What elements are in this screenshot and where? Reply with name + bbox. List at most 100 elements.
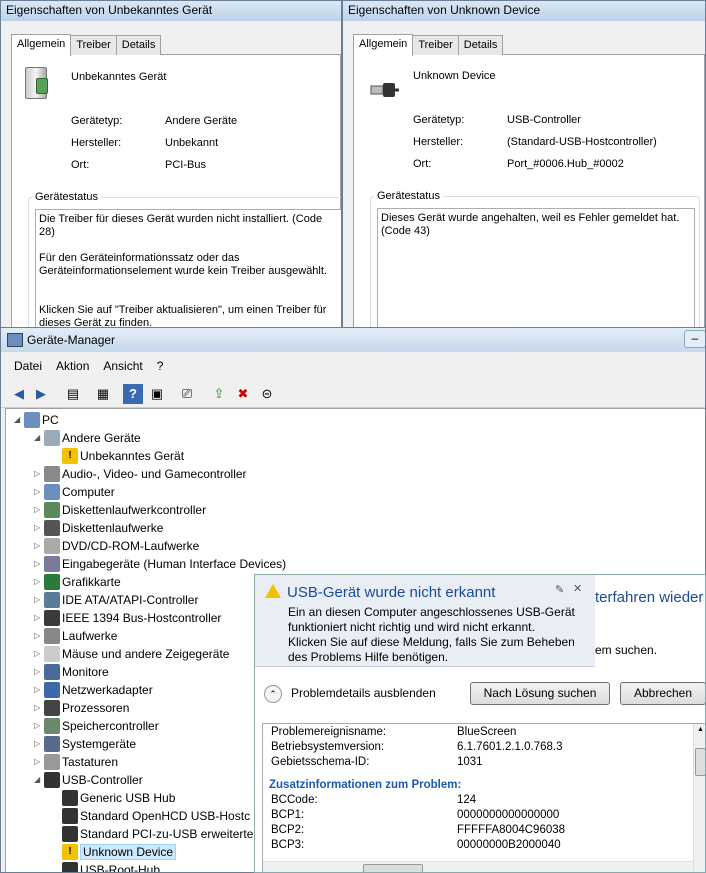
expand-arrow-icon[interactable]: ▷ bbox=[34, 465, 44, 483]
minimize-button[interactable]: – bbox=[684, 330, 705, 348]
tab-allgemein[interactable]: Allgemein bbox=[353, 34, 414, 56]
field-value-type: USB-Controller bbox=[507, 114, 581, 126]
expand-arrow-icon[interactable]: ▷ bbox=[34, 483, 44, 501]
expand-arrow-icon[interactable]: ▷ bbox=[34, 537, 44, 555]
field-value-type: Andere Geräte bbox=[165, 115, 238, 127]
tree-node[interactable]: ▷ Diskettenlaufwerke bbox=[34, 519, 163, 537]
expand-arrow-icon[interactable]: ▷ bbox=[34, 645, 44, 663]
tree-node[interactable]: Standard OpenHCD USB-Hostc bbox=[52, 807, 250, 825]
update-driver-icon[interactable]: ⇪ bbox=[209, 384, 229, 404]
unknown-device-icon bbox=[44, 430, 60, 446]
expand-arrow-icon[interactable]: ▷ bbox=[34, 735, 44, 753]
tree-node[interactable]: ▷ Netzwerkadapter bbox=[34, 681, 153, 699]
forward-arrow-icon[interactable]: ▶ bbox=[31, 384, 51, 404]
tree-node[interactable]: ▷ Grafikkarte bbox=[34, 573, 121, 591]
status-textbox[interactable]: Die Treiber für dieses Gerät wurden nich… bbox=[35, 209, 341, 327]
collapse-arrow-icon[interactable]: ◢ bbox=[14, 411, 24, 429]
tab-treiber[interactable]: Treiber bbox=[412, 35, 459, 55]
tree-node[interactable]: ▷ Tastaturen bbox=[34, 753, 118, 771]
tree-node[interactable]: ◢ USB-Controller bbox=[34, 771, 143, 789]
tree-node[interactable]: ▷ IEEE 1394 Bus-Hostcontroller bbox=[34, 609, 221, 627]
horizontal-scrollbar[interactable] bbox=[263, 861, 693, 872]
tree-node[interactable]: ◢ Andere Geräte bbox=[34, 429, 141, 447]
tree-node[interactable]: ▷ Audio-, Video- und Gamecontroller bbox=[34, 465, 247, 483]
expand-arrow-icon[interactable]: ▷ bbox=[34, 699, 44, 717]
usb-plug-icon bbox=[62, 808, 78, 824]
tree-node[interactable]: Standard PCI-zu-USB erweiterte bbox=[52, 825, 253, 843]
mouse-icon bbox=[44, 646, 60, 662]
tab-strip: Allgemein Treiber Details bbox=[353, 33, 504, 56]
tree-node-label: Unknown Device bbox=[80, 844, 177, 860]
devmgr-app-icon bbox=[7, 333, 23, 347]
detail-value: BlueScreen bbox=[457, 726, 517, 738]
expand-arrow-icon[interactable]: ▷ bbox=[34, 663, 44, 681]
field-label-location: Ort: bbox=[413, 158, 432, 170]
tree-node[interactable]: ▷ Systemgeräte bbox=[34, 735, 136, 753]
expand-arrow-icon[interactable]: ▷ bbox=[34, 555, 44, 573]
collapse-icon[interactable]: ⌃ bbox=[264, 685, 282, 703]
tab-treiber[interactable]: Treiber bbox=[70, 35, 117, 55]
properties-icon[interactable]: ▦ bbox=[93, 384, 113, 404]
tab-allgemein[interactable]: Allgemein bbox=[11, 34, 72, 56]
tree-node[interactable]: ▷ Mäuse und andere Zeigegeräte bbox=[34, 645, 229, 663]
expand-arrow-icon[interactable]: ▷ bbox=[34, 519, 44, 537]
expand-arrow-icon[interactable]: ▷ bbox=[34, 681, 44, 699]
close-icon[interactable]: ✕ bbox=[573, 582, 582, 595]
tree-node-label: Prozessoren bbox=[62, 701, 130, 715]
view-icon[interactable]: ▣ bbox=[147, 384, 167, 404]
show-hide-tree-icon[interactable]: ▤ bbox=[63, 384, 83, 404]
expand-arrow-icon[interactable]: ▷ bbox=[34, 573, 44, 591]
tab-details[interactable]: Details bbox=[457, 35, 504, 55]
tree-node[interactable]: ▷ Computer bbox=[34, 483, 115, 501]
toolbar: ◀ ▶ ▤ ▦ ? ▣ ⎚ ⇪ ✖ ⊝ bbox=[1, 380, 705, 408]
status-textbox[interactable]: Dieses Gerät wurde angehalten, weil es F… bbox=[377, 208, 695, 327]
scan-hardware-icon[interactable]: ⎚ bbox=[177, 384, 197, 404]
tree-node[interactable]: ◢ PC bbox=[14, 411, 59, 429]
pin-icon[interactable]: ✎ bbox=[555, 583, 564, 596]
tree-node-label: Standard OpenHCD USB-Hostc bbox=[80, 809, 251, 823]
tree-node[interactable]: ▷ Prozessoren bbox=[34, 699, 129, 717]
tree-node-label: Monitore bbox=[62, 665, 109, 679]
expand-arrow-icon[interactable]: ▷ bbox=[34, 501, 44, 519]
menu-help[interactable]: ? bbox=[150, 356, 171, 376]
tree-node[interactable]: ▷ Speichercontroller bbox=[34, 717, 159, 735]
expand-arrow-icon[interactable]: ▷ bbox=[34, 591, 44, 609]
tree-node[interactable]: ▷ Diskettenlaufwerkcontroller bbox=[34, 501, 206, 519]
collapse-arrow-icon[interactable]: ◢ bbox=[34, 771, 44, 789]
tree-node-label: USB-Controller bbox=[62, 773, 143, 787]
expand-arrow-icon[interactable]: ▷ bbox=[34, 717, 44, 735]
collapse-arrow-icon[interactable]: ◢ bbox=[34, 429, 44, 447]
disable-icon[interactable]: ⊝ bbox=[257, 384, 277, 404]
help-icon[interactable]: ? bbox=[123, 384, 143, 404]
menu-aktion[interactable]: Aktion bbox=[49, 356, 96, 376]
detail-key: Gebietsschema-ID: bbox=[271, 756, 370, 768]
expand-arrow-icon[interactable]: ▷ bbox=[34, 753, 44, 771]
expand-arrow-icon[interactable]: ▷ bbox=[34, 627, 44, 645]
firewire-icon bbox=[44, 610, 60, 626]
tree-node[interactable]: ! Unbekanntes Gerät bbox=[52, 447, 184, 465]
problem-report-dialog: USB-Gerät wurde nicht erkannt ✎ ✕ Ein an… bbox=[254, 574, 706, 873]
balloon-body: Ein an diesen Computer angeschlossenes U… bbox=[288, 605, 575, 664]
back-arrow-icon[interactable]: ◀ bbox=[9, 384, 29, 404]
menu-datei[interactable]: Datei bbox=[7, 356, 49, 376]
menu-ansicht[interactable]: Ansicht bbox=[96, 356, 149, 376]
cancel-button[interactable]: Abbrechen bbox=[620, 682, 705, 705]
tree-node[interactable]: ▷ Laufwerke bbox=[34, 627, 117, 645]
details-toggle[interactable]: Problemdetails ausblenden bbox=[291, 686, 436, 700]
tree-node[interactable]: ▷ DVD/CD-ROM-Laufwerke bbox=[34, 537, 199, 555]
extra-info-title: Zusatzinformationen zum Problem: bbox=[269, 779, 462, 791]
field-label-manufacturer: Hersteller: bbox=[71, 137, 122, 149]
tree-node[interactable]: ▷ Eingabegeräte (Human Interface Devices) bbox=[34, 555, 286, 573]
expand-arrow-icon[interactable]: ▷ bbox=[34, 609, 44, 627]
usb-plug-icon bbox=[62, 862, 78, 872]
tree-node[interactable]: ! Unknown Device bbox=[52, 843, 177, 861]
tree-node[interactable]: ▷ Monitore bbox=[34, 663, 109, 681]
tree-node[interactable]: ▷ IDE ATA/ATAPI-Controller bbox=[34, 591, 198, 609]
tree-node[interactable]: USB-Root-Hub bbox=[52, 861, 160, 872]
ide-icon bbox=[44, 592, 60, 608]
tree-node[interactable]: Generic USB Hub bbox=[52, 789, 175, 807]
find-solution-button[interactable]: Nach Lösung suchen bbox=[470, 682, 610, 705]
vertical-scrollbar[interactable]: ▲ bbox=[693, 724, 705, 872]
tab-details[interactable]: Details bbox=[115, 35, 162, 55]
uninstall-icon[interactable]: ✖ bbox=[233, 384, 253, 404]
